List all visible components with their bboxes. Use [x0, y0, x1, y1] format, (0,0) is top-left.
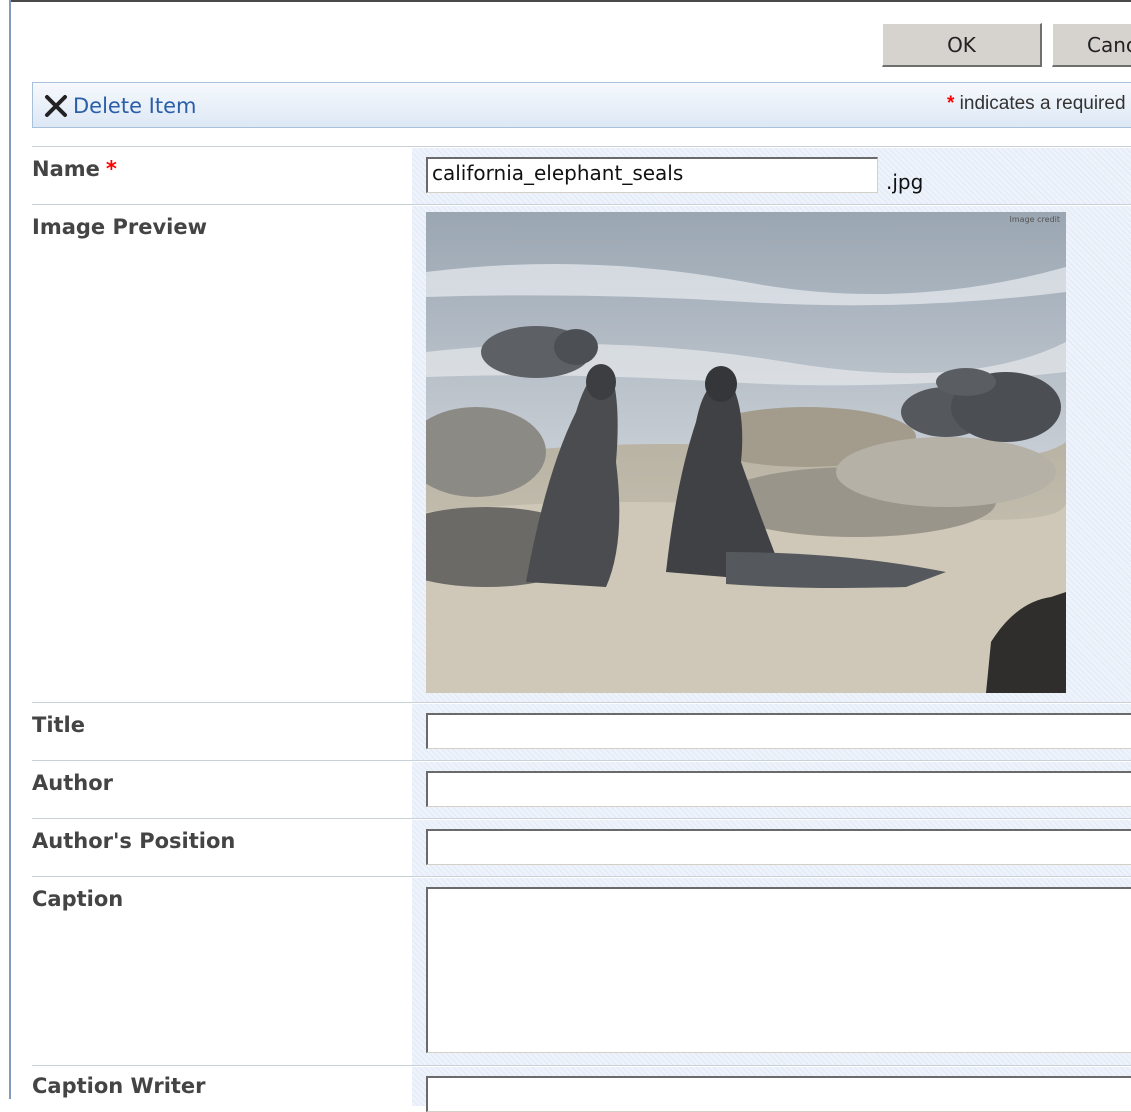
- file-extension: .jpg: [886, 170, 924, 194]
- delete-x-icon: [45, 95, 67, 117]
- title-row: Title: [32, 702, 1131, 760]
- name-label: Name *: [32, 157, 117, 181]
- author-label: Author: [32, 771, 113, 795]
- caption-label: Caption: [32, 887, 124, 911]
- image-credit: Image credit: [1009, 215, 1060, 224]
- author-input[interactable]: [426, 771, 1131, 807]
- caption-writer-input[interactable]: [426, 1076, 1131, 1112]
- window-left-border: [9, 0, 11, 1099]
- cancel-button[interactable]: Cancel: [1052, 23, 1131, 67]
- authors-position-label: Author's Position: [32, 829, 236, 853]
- caption-writer-label: Caption Writer: [32, 1074, 206, 1098]
- image-preview: Image credit: [426, 212, 1066, 693]
- name-input[interactable]: california_elephant_seals: [426, 157, 878, 193]
- image-preview-cell: Image credit: [412, 206, 1131, 703]
- name-value-cell: california_elephant_seals .jpg: [412, 148, 1131, 204]
- caption-textarea[interactable]: [426, 887, 1131, 1053]
- caption-value-cell: [412, 878, 1131, 1065]
- image-preview-label: Image Preview: [32, 215, 207, 239]
- required-note-text: indicates a required field: [959, 93, 1131, 114]
- title-value-cell: [412, 704, 1131, 760]
- authors-position-input[interactable]: [426, 829, 1131, 865]
- title-input[interactable]: [426, 713, 1131, 749]
- delete-item-link[interactable]: Delete Item: [43, 93, 196, 119]
- caption-writer-row: Caption Writer: [32, 1065, 1131, 1112]
- title-label: Title: [32, 713, 86, 737]
- required-field-note: * indicates a required field: [947, 93, 1131, 115]
- authors-position-value-cell: [412, 820, 1131, 876]
- caption-row: Caption: [32, 876, 1131, 1065]
- elephant-seals-photo: [426, 212, 1066, 693]
- author-row: Author: [32, 760, 1131, 818]
- delete-item-label: Delete Item: [73, 94, 197, 118]
- name-row: Name * california_elephant_seals .jpg: [32, 146, 1131, 204]
- image-preview-row: Image Preview Image credit: [32, 204, 1131, 703]
- ok-button[interactable]: OK: [882, 23, 1042, 67]
- author-value-cell: [412, 762, 1131, 818]
- caption-writer-value-cell: [412, 1067, 1131, 1112]
- item-toolbar: Delete Item * indicates a required field: [32, 82, 1131, 128]
- authors-position-row: Author's Position: [32, 818, 1131, 876]
- name-required-star: *: [105, 157, 117, 181]
- window-top-border: [9, 0, 1131, 2]
